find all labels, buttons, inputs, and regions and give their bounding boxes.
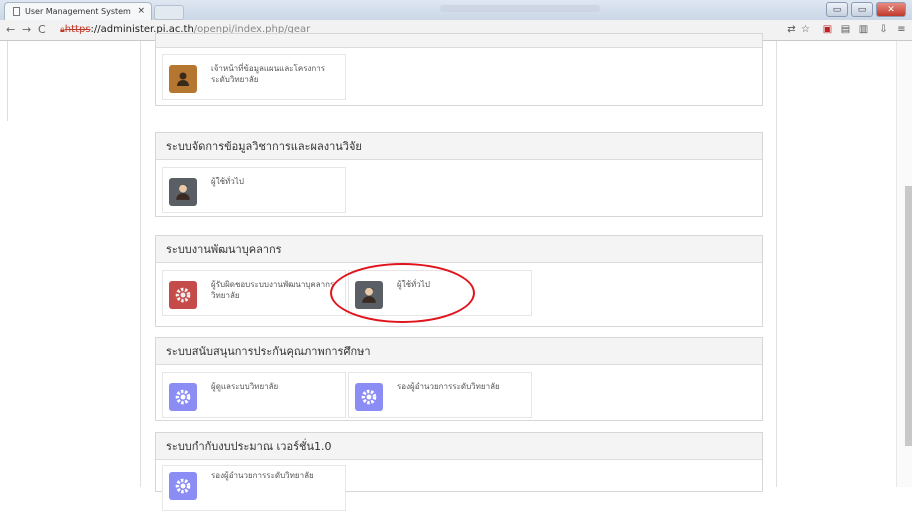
- section-title: ระบบจัดการข้อมูลวิชาการและผลงานวิจัย: [156, 133, 762, 160]
- browser-tab-bar: User Management System × ▭ ▭ ✕: [0, 0, 912, 20]
- role-label: รองผู้อำนวยการระดับวิทยาลัย: [397, 382, 500, 391]
- extension-icon[interactable]: ⇩: [878, 24, 889, 35]
- role-card[interactable]: ผู้รับผิดชอบระบบงานพัฒนาบุคลากรวิทยาลัย: [162, 270, 346, 316]
- gear-icon: [169, 281, 197, 309]
- window-title-blur: [440, 5, 600, 12]
- extension-icon[interactable]: ▥: [858, 24, 869, 35]
- section-panel: ระบบสนับสนุนการประกันคุณภาพการศึกษา ผู้ด…: [155, 337, 763, 421]
- person-icon: [169, 65, 197, 93]
- new-tab-button[interactable]: [154, 5, 184, 20]
- close-window-button[interactable]: ✕: [876, 2, 906, 17]
- section-panel: เจ้าหน้าที่ข้อมูลแผนและโครงการ ระดับวิทย…: [155, 33, 763, 106]
- role-card[interactable]: รองผู้อำนวยการระดับวิทยาลัย: [162, 465, 346, 511]
- role-card[interactable]: ผู้ดูแลระบบวิทยาลัย: [162, 372, 346, 418]
- translate-icon[interactable]: ⇄: [786, 24, 797, 35]
- scrollbar-thumb[interactable]: [905, 186, 912, 446]
- restore-button[interactable]: ▭: [851, 2, 873, 17]
- section-title: ระบบสนับสนุนการประกันคุณภาพการศึกษา: [156, 338, 762, 365]
- gear-icon: [169, 472, 197, 500]
- browser-tab[interactable]: User Management System ×: [4, 2, 152, 20]
- page-icon: [13, 7, 20, 16]
- role-label: เจ้าหน้าที่ข้อมูลแผนและโครงการ ระดับวิทย…: [211, 64, 326, 84]
- role-card[interactable]: เจ้าหน้าที่ข้อมูลแผนและโครงการ ระดับวิทย…: [162, 54, 346, 100]
- page-content: เจ้าหน้าที่ข้อมูลแผนและโครงการ ระดับวิทย…: [0, 33, 912, 511]
- section-panel: ระบบกำกับงบประมาณ เวอร์ชั่น1.0 รองผู้อำน…: [155, 432, 763, 511]
- section-title: ระบบงานพัฒนาบุคลากร: [156, 236, 762, 263]
- forward-icon[interactable]: →: [22, 23, 31, 36]
- role-card[interactable]: รองผู้อำนวยการระดับวิทยาลัย: [348, 372, 532, 418]
- role-label: ผู้รับผิดชอบระบบงานพัฒนาบุคลากรวิทยาลัย: [211, 280, 335, 300]
- person-icon: [169, 178, 197, 206]
- gear-icon: [355, 383, 383, 411]
- reload-icon[interactable]: C: [38, 23, 46, 36]
- minimize-button[interactable]: ▭: [826, 2, 848, 17]
- bookmark-star-icon[interactable]: ☆: [800, 24, 811, 35]
- role-label: รองผู้อำนวยการระดับวิทยาลัย: [211, 471, 314, 480]
- back-icon[interactable]: ←: [6, 23, 15, 36]
- extension-icon[interactable]: ▤: [840, 24, 851, 35]
- pdf-extension-icon[interactable]: ▣: [822, 24, 833, 35]
- section-panel: ระบบจัดการข้อมูลวิชาการและผลงานวิจัย ผู้…: [155, 132, 763, 217]
- menu-icon[interactable]: ≡: [896, 24, 907, 35]
- tab-close-icon[interactable]: ×: [137, 6, 145, 16]
- gear-icon: [169, 383, 197, 411]
- highlight-circle: [330, 263, 475, 323]
- url-scheme: https: [64, 24, 91, 35]
- tab-title: User Management System: [25, 7, 131, 16]
- role-label: ผู้ใช้ทั่วไป: [211, 177, 244, 186]
- section-title: ระบบกำกับงบประมาณ เวอร์ชั่น1.0: [156, 433, 762, 460]
- role-label: ผู้ดูแลระบบวิทยาลัย: [211, 382, 279, 391]
- role-card[interactable]: ผู้ใช้ทั่วไป: [162, 167, 346, 213]
- section-title: [156, 34, 762, 48]
